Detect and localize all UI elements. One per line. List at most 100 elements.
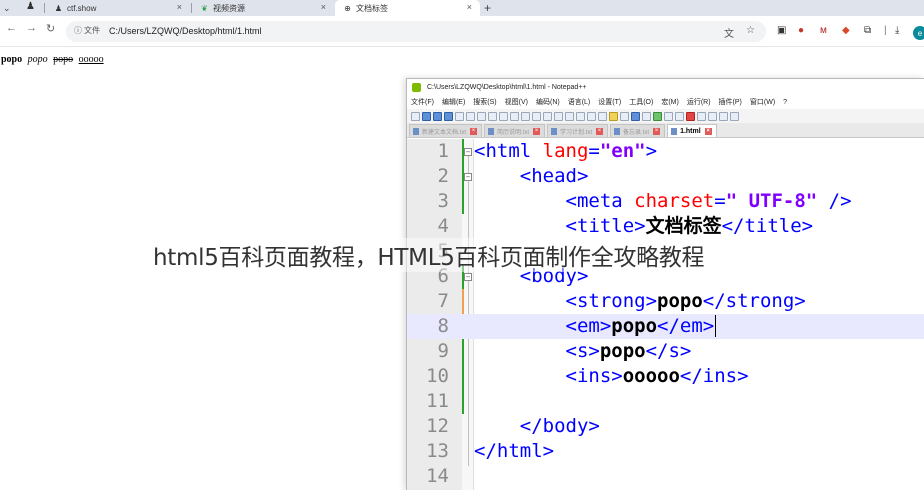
notepad-plus-plus-window: C:\Users\LZQWQ\Desktop\html\1.html - Not… [406,78,924,490]
copy-icon[interactable] [499,111,508,121]
menu-edit[interactable]: 编辑(E) [442,97,465,107]
paste-icon[interactable] [510,111,519,121]
tag-token: </em> [657,315,715,337]
menu-window[interactable]: 窗口(W) [750,97,775,107]
document-map-icon[interactable] [642,111,651,121]
bookmark-star-icon[interactable]: ☆ [746,25,755,36]
function-list-icon[interactable] [653,111,662,121]
pinned-tab-icon[interactable]: ♟ [26,1,35,12]
menu-encoding[interactable]: 编码(N) [536,97,560,107]
language-icon[interactable] [631,111,640,121]
close-tab-icon[interactable]: × [653,127,661,135]
menu-help[interactable]: ? [783,99,787,106]
code-line: 13 </html> [407,439,924,464]
zoom-out-icon[interactable] [576,111,585,121]
extension-icon[interactable]: ● [798,25,804,36]
play-macro-icon[interactable] [708,111,717,121]
print-icon[interactable] [477,111,486,121]
extensions-puzzle-icon[interactable]: ⧉ [864,25,871,36]
eq-token: = [714,190,726,212]
file-tab[interactable]: 备忘录.txt × [610,124,666,137]
extension-icon[interactable]: ▣ [777,25,786,36]
record-macro-icon[interactable] [686,111,695,121]
divider-icon: | [884,25,887,36]
menu-view[interactable]: 视图(V) [505,97,528,107]
show-all-chars-icon[interactable] [609,111,618,121]
user-icon: ♟ [54,3,63,13]
close-tab-icon[interactable]: × [704,127,712,135]
extension-icon[interactable]: ᴍ [820,25,827,36]
close-file-icon[interactable] [455,111,464,121]
url-text[interactable]: C:/Users/LZQWQ/Desktop/html/1.html [109,26,262,36]
site-info-label: 文件 [84,26,100,35]
tag-token: /> [817,190,852,212]
word-wrap-icon[interactable] [598,111,607,121]
close-tab-icon[interactable]: × [470,127,478,135]
code-text: <strong>popo</strong> [474,289,806,314]
sync-scroll-icon[interactable] [587,111,596,121]
translate-icon[interactable]: 文 [724,25,734,40]
line-number: 11 [426,390,449,412]
undo-icon[interactable] [521,111,530,121]
code-editor[interactable]: 1 − <html lang="en"> 2 − <head> 3 <meta … [407,139,924,490]
code-text: </body> [474,414,600,439]
site-info-chip[interactable]: ⓘ 文件 [74,25,100,36]
save-macro-icon[interactable] [730,111,739,121]
text-file-icon [614,127,621,135]
extension-icon[interactable]: ◆ [842,25,850,36]
code-line: 1 − <html lang="en"> [407,139,924,164]
line-number: 12 [426,415,449,437]
download-icon[interactable]: ⤓ [895,25,899,36]
monitoring-icon[interactable] [675,111,684,121]
file-tab[interactable]: 简历说明.txt × [484,124,546,137]
file-tab[interactable]: 学习计划.txt × [547,124,609,137]
tab-video-resources[interactable]: ❦ 视频资源 × [192,0,334,16]
menu-settings[interactable]: 设置(T) [598,97,621,107]
tag-token: </title> [721,215,814,237]
cut-icon[interactable] [488,111,497,121]
file-tab-active[interactable]: 1.html × [667,124,717,137]
line-number: 14 [426,465,449,487]
close-tab-icon[interactable]: × [467,2,472,12]
new-file-icon[interactable] [411,111,420,121]
find-icon[interactable] [543,111,552,121]
tab-label: 文档标签 [356,3,388,13]
save-all-icon[interactable] [444,111,453,121]
text-token: 文档标签 [645,215,722,237]
open-file-icon[interactable] [422,111,431,121]
menu-run[interactable]: 运行(R) [687,97,711,107]
menu-file[interactable]: 文件(F) [411,97,434,107]
reload-icon[interactable]: ↻ [46,22,55,35]
run-macro-icon[interactable] [719,111,728,121]
close-all-icon[interactable] [466,111,475,121]
stop-macro-icon[interactable] [697,111,706,121]
menu-macro[interactable]: 宏(M) [661,97,679,107]
fold-minus-icon[interactable]: − [464,173,472,181]
file-tab[interactable]: 新建文本文档.txt × [409,124,483,137]
close-tab-icon[interactable]: × [321,2,326,12]
avatar[interactable]: e [913,26,924,40]
replace-icon[interactable] [554,111,563,121]
save-icon[interactable] [433,111,442,121]
close-tab-icon[interactable]: × [533,127,541,135]
tab-ctf-show[interactable]: ♟ ctf.show × [46,0,190,16]
new-tab-button[interactable]: + [484,0,491,16]
indent-guide-icon[interactable] [620,111,629,121]
zoom-in-icon[interactable] [565,111,574,121]
menu-language[interactable]: 语言(L) [568,97,591,107]
redo-icon[interactable] [532,111,541,121]
fold-minus-icon[interactable]: − [464,273,472,281]
tab-search-chevron-icon[interactable]: ⌄ [3,0,11,16]
address-bar[interactable]: ⓘ 文件 C:/Users/LZQWQ/Desktop/html/1.html … [66,21,766,42]
menu-plugins[interactable]: 插件(P) [719,97,742,107]
window-title-bar[interactable]: C:\Users\LZQWQ\Desktop\html\1.html - Not… [407,79,924,95]
folder-workspace-icon[interactable] [664,111,673,121]
menu-tools[interactable]: 工具(O) [629,97,653,107]
tab-document-tag[interactable]: ⊕ 文档标签 × [335,0,480,16]
close-tab-icon[interactable]: × [177,2,182,12]
back-arrow-icon[interactable]: ← [6,22,17,34]
menu-search[interactable]: 搜索(S) [473,97,496,107]
fold-minus-icon[interactable]: − [464,148,472,156]
forward-arrow-icon[interactable]: → [26,22,37,34]
close-tab-icon[interactable]: × [596,127,604,135]
